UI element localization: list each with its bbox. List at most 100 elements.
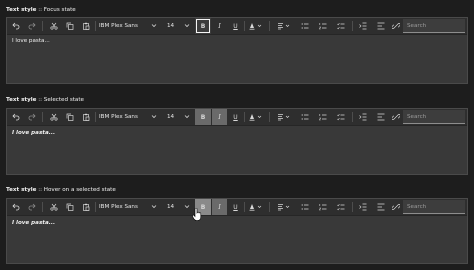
checklist-icon: [337, 204, 345, 211]
chevron-down-icon: [151, 205, 157, 209]
copy-icon[interactable]: [63, 109, 77, 125]
outdent-button[interactable]: [373, 18, 389, 34]
underline-button[interactable]: U: [228, 199, 243, 215]
paste-icon[interactable]: [79, 18, 93, 34]
text-color-button[interactable]: [245, 109, 267, 125]
bullet-list-icon: [301, 114, 309, 120]
undo-icon[interactable]: [9, 199, 23, 215]
checklist-button[interactable]: [333, 18, 349, 34]
undo-icon[interactable]: [9, 18, 23, 34]
text-color-icon: [249, 204, 262, 211]
link-icon: [392, 204, 400, 210]
font-size-dropdown[interactable]: 14: [164, 110, 193, 124]
outdent-icon: [377, 22, 385, 30]
numbered-list-button[interactable]: [315, 199, 331, 215]
indent-icon: [359, 203, 367, 211]
align-icon: [278, 23, 290, 30]
underline-button[interactable]: U: [228, 18, 243, 34]
italic-button[interactable]: I: [212, 199, 227, 215]
outdent-icon: [377, 203, 385, 211]
outdent-button[interactable]: [373, 199, 389, 215]
italic-button[interactable]: I: [212, 109, 227, 125]
link-icon: [392, 23, 400, 29]
paste-icon[interactable]: [79, 109, 93, 125]
rich-text-editor[interactable]: IBM Plex Sans 14 B I U Search I love pas…: [6, 108, 468, 175]
cut-icon[interactable]: [47, 199, 61, 215]
bullet-list-button[interactable]: [297, 109, 313, 125]
bullet-list-icon: [301, 23, 309, 29]
search-input[interactable]: Search: [403, 110, 465, 124]
numbered-list-icon: [319, 114, 327, 121]
editor-toolbar: IBM Plex Sans 14 B I U Search: [7, 199, 467, 216]
font-size-dropdown[interactable]: 14: [164, 200, 193, 214]
link-button[interactable]: [389, 199, 403, 215]
link-button[interactable]: [389, 18, 403, 34]
text-color-button[interactable]: [245, 18, 267, 34]
italic-button[interactable]: I: [212, 18, 227, 34]
chevron-down-icon: [184, 115, 190, 119]
numbered-list-icon: [319, 23, 327, 30]
section-hover-selected-state: Text style :: Hover on a selected state …: [6, 186, 468, 264]
editor-content[interactable]: I love pasta...: [12, 38, 50, 44]
chevron-down-icon: [151, 24, 157, 28]
bullet-list-button[interactable]: [297, 18, 313, 34]
editor-content[interactable]: I love pasta...: [12, 220, 55, 226]
toolbar-divider: [42, 202, 43, 212]
indent-button[interactable]: [355, 199, 371, 215]
redo-icon[interactable]: [25, 18, 39, 34]
toolbar-divider: [269, 202, 270, 212]
bullet-list-icon: [301, 204, 309, 210]
text-color-button[interactable]: [245, 199, 267, 215]
chevron-down-icon: [151, 115, 157, 119]
cut-icon[interactable]: [47, 18, 61, 34]
copy-icon[interactable]: [63, 199, 77, 215]
toolbar-divider: [269, 112, 270, 122]
font-family-dropdown[interactable]: IBM Plex Sans: [96, 19, 160, 33]
section-focus-state: Text style :: Focus state IBM Plex Sans …: [6, 6, 468, 84]
numbered-list-icon: [319, 204, 327, 211]
editor-content[interactable]: I love pasta...: [12, 130, 55, 136]
checklist-button[interactable]: [333, 109, 349, 125]
link-button[interactable]: [389, 109, 403, 125]
search-input[interactable]: Search: [403, 19, 465, 33]
indent-button[interactable]: [355, 18, 371, 34]
align-icon: [278, 114, 290, 121]
font-family-dropdown[interactable]: IBM Plex Sans: [96, 200, 160, 214]
checklist-icon: [337, 23, 345, 30]
bold-button[interactable]: B: [195, 109, 211, 125]
font-size-dropdown[interactable]: 14: [164, 19, 193, 33]
pointer-cursor-icon: [192, 208, 202, 221]
checklist-button[interactable]: [333, 199, 349, 215]
search-input[interactable]: Search: [403, 200, 465, 214]
outdent-icon: [377, 113, 385, 121]
outdent-button[interactable]: [373, 109, 389, 125]
underline-button[interactable]: U: [228, 109, 243, 125]
align-icon: [278, 204, 290, 211]
toolbar-divider: [352, 202, 353, 212]
numbered-list-button[interactable]: [315, 109, 331, 125]
paste-icon[interactable]: [79, 199, 93, 215]
section-caption: Text style :: Selected state: [6, 97, 84, 103]
copy-icon[interactable]: [63, 18, 77, 34]
undo-icon[interactable]: [9, 109, 23, 125]
align-button[interactable]: [273, 18, 295, 34]
redo-icon[interactable]: [25, 199, 39, 215]
cut-icon[interactable]: [47, 109, 61, 125]
numbered-list-button[interactable]: [315, 18, 331, 34]
section-caption: Text style :: Focus state: [6, 7, 76, 13]
link-icon: [392, 114, 400, 120]
indent-icon: [359, 22, 367, 30]
bold-button[interactable]: B: [195, 18, 211, 34]
font-family-dropdown[interactable]: IBM Plex Sans: [96, 110, 160, 124]
indent-button[interactable]: [355, 109, 371, 125]
bullet-list-button[interactable]: [297, 199, 313, 215]
rich-text-editor[interactable]: IBM Plex Sans 14 B I U Search I love pas…: [6, 198, 468, 264]
redo-icon[interactable]: [25, 109, 39, 125]
rich-text-editor[interactable]: IBM Plex Sans 14 B I U Search I love pas…: [6, 17, 468, 84]
section-selected-state: Text style :: Selected state IBM Plex Sa…: [6, 96, 468, 175]
toolbar-divider: [42, 112, 43, 122]
align-button[interactable]: [273, 109, 295, 125]
align-button[interactable]: [273, 199, 295, 215]
chevron-down-icon: [184, 205, 190, 209]
indent-icon: [359, 113, 367, 121]
